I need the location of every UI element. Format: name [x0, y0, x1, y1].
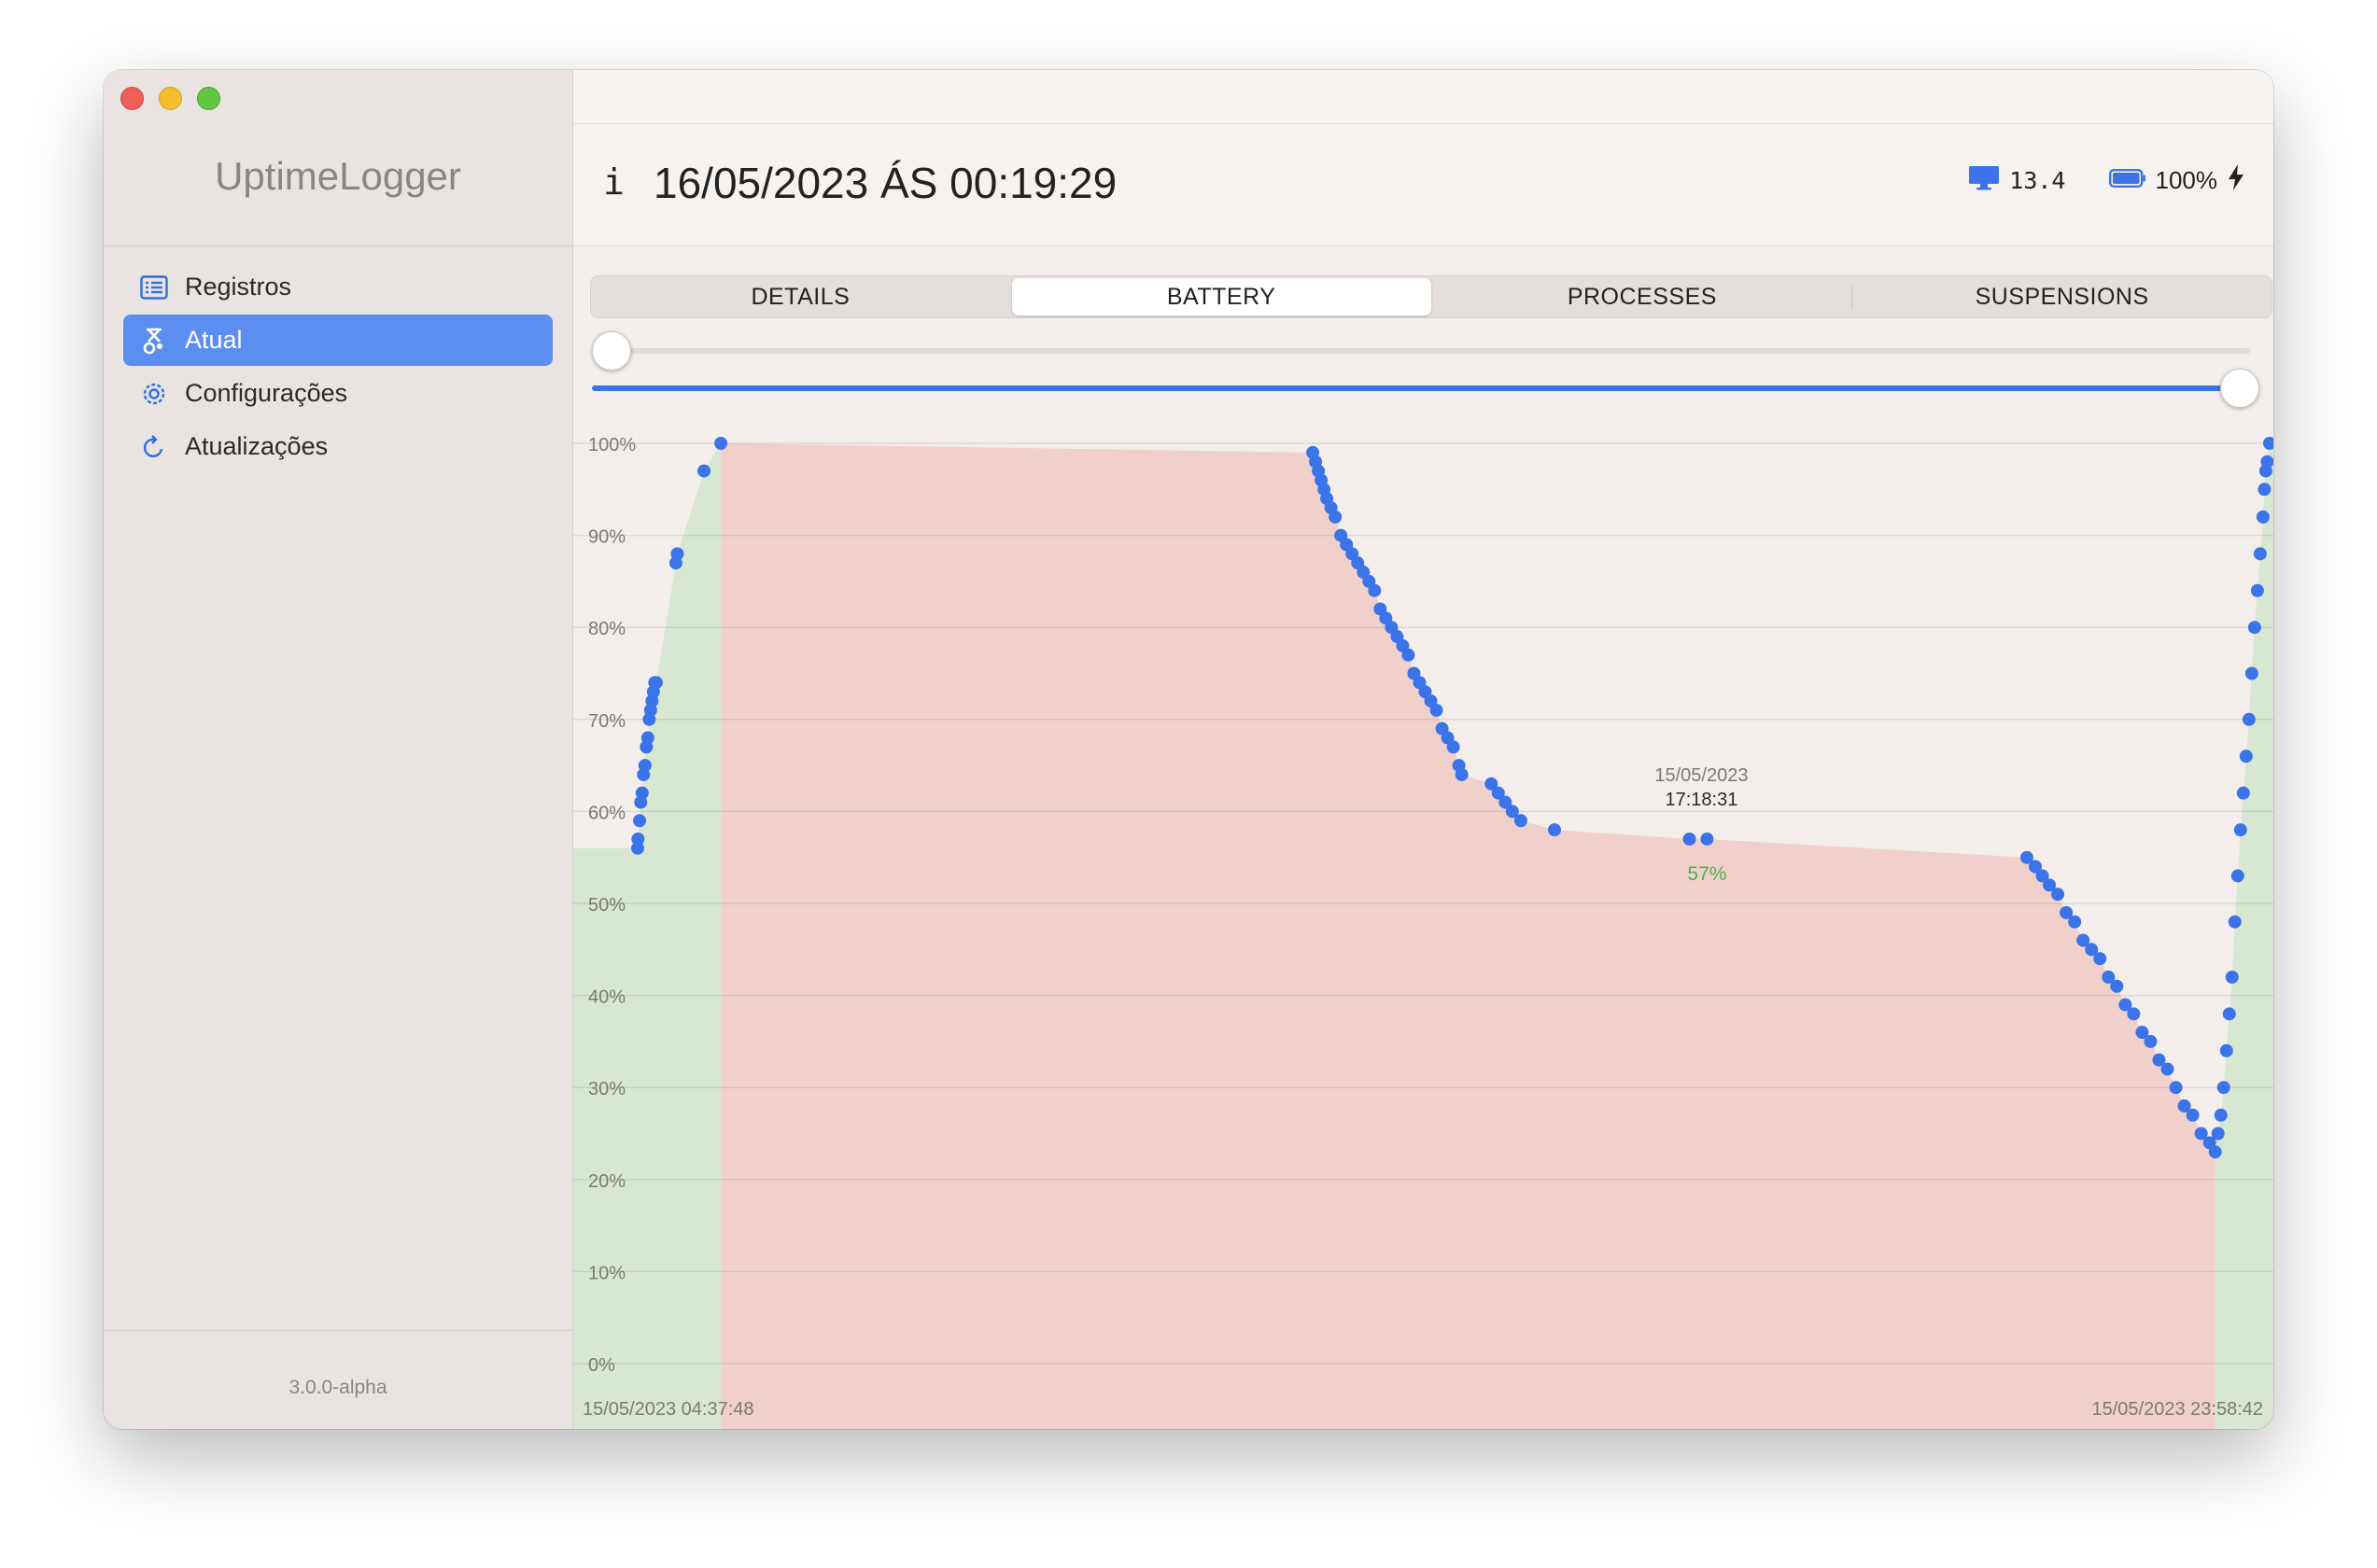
data-point [2051, 888, 2065, 902]
data-point [649, 676, 663, 690]
data-point [635, 786, 649, 800]
data-point [633, 814, 647, 828]
data-point [2263, 437, 2273, 450]
data-point [2093, 952, 2107, 966]
data-point [697, 464, 711, 478]
list-icon [138, 272, 170, 303]
refresh-icon [138, 431, 170, 463]
data-point [2250, 583, 2264, 597]
data-point [2256, 510, 2270, 524]
sidebar-item-label: Atualizações [185, 432, 329, 460]
data-point [1329, 510, 1343, 524]
data-point [2216, 1081, 2230, 1095]
y-tick-label: 80% [588, 619, 626, 639]
data-point [1446, 740, 1460, 754]
data-point [2236, 786, 2250, 800]
data-point [2068, 915, 2082, 929]
data-point [2219, 1043, 2233, 1057]
sidebar-item-atualizacoes[interactable]: Atualizações [123, 421, 553, 472]
data-point [2225, 970, 2239, 984]
y-tick-label: 60% [588, 803, 626, 823]
tooltip-date: 15/05/2023 [1654, 765, 1748, 786]
data-point [1401, 648, 1415, 662]
data-point [1368, 583, 1382, 597]
app-title: UptimeLogger [215, 154, 461, 198]
sidebar-item-atual[interactable]: Atual [123, 315, 553, 366]
data-point [2222, 1007, 2236, 1021]
sidebar-item-registros[interactable]: Registros [123, 261, 553, 313]
data-point [1455, 767, 1469, 781]
data-point [2239, 749, 2253, 763]
data-point [2110, 979, 2124, 993]
data-point [640, 731, 654, 745]
y-tick-label: 100% [588, 435, 636, 455]
data-point [2244, 666, 2258, 680]
data-point [1700, 832, 1714, 846]
sidebar-item-label: Configurações [185, 379, 348, 407]
sidebar-divider [104, 245, 572, 246]
y-tick-label: 30% [588, 1079, 626, 1099]
y-tick-label: 40% [588, 987, 626, 1008]
data-point [1429, 703, 1443, 717]
data-point [2233, 823, 2247, 837]
x-start-label: 15/05/2023 04:37:48 [583, 1399, 754, 1420]
charging-region [2215, 443, 2273, 1429]
discharging-region [721, 443, 2215, 1429]
data-point [2257, 483, 2272, 497]
close-button[interactable] [120, 87, 144, 110]
data-point [2169, 1081, 2183, 1095]
data-point [2230, 869, 2244, 883]
window-controls [120, 87, 220, 110]
data-point [2242, 712, 2256, 726]
minimize-button[interactable] [159, 87, 182, 110]
app-window: UptimeLogger Registros Atual Configuraçõ… [104, 70, 2273, 1429]
data-point [2247, 621, 2261, 635]
sidebar-item-configuracoes[interactable]: Configurações [123, 368, 553, 419]
data-point [2253, 547, 2267, 561]
y-tick-label: 70% [588, 711, 626, 732]
data-point [2160, 1062, 2174, 1076]
y-tick-label: 90% [588, 527, 626, 548]
version-label: 3.0.0-alpha [288, 1377, 387, 1398]
sidebar-item-label: Registros [185, 273, 292, 301]
data-point [2214, 1108, 2228, 1122]
x-end-label: 15/05/2023 23:58:42 [2091, 1399, 2263, 1420]
data-point [2127, 1007, 2141, 1021]
data-point [2260, 455, 2273, 469]
data-point [2228, 915, 2242, 929]
sidebar-footer-divider [104, 1330, 572, 1331]
y-tick-label: 20% [588, 1171, 626, 1192]
data-point [2208, 1145, 2222, 1159]
data-point [1513, 814, 1527, 828]
data-point [2211, 1127, 2225, 1141]
sidebar: UptimeLogger Registros Atual Configuraçõ… [104, 70, 573, 1429]
tooltip-value: 57% [1687, 863, 1726, 885]
data-point [638, 759, 652, 773]
y-tick-label: 0% [588, 1355, 615, 1376]
data-point [631, 832, 645, 846]
y-tick-label: 50% [588, 895, 626, 916]
sidebar-nav: Registros Atual Configurações Atualizaçõ… [123, 261, 553, 474]
gear-icon [138, 378, 170, 410]
zoom-button[interactable] [197, 87, 220, 110]
sidebar-item-label: Atual [185, 326, 243, 354]
data-point [1682, 832, 1696, 846]
data-point [1548, 823, 1562, 837]
y-tick-label: 10% [588, 1263, 626, 1283]
stopwatch-icon [138, 325, 170, 357]
data-point [2144, 1034, 2158, 1048]
data-point [714, 437, 728, 450]
data-point [670, 547, 684, 561]
battery-chart: 100% 90% 80% 70% 60% 50% 40% 30% 20% 10% 0% 15/05/2… [573, 435, 2273, 1429]
tooltip-time: 17:18:31 [1666, 790, 1738, 810]
data-point [2186, 1108, 2200, 1122]
main-content: i 16/05/2023 ÁS 00:19:29 13.4 100% DETAI… [573, 70, 2273, 1429]
